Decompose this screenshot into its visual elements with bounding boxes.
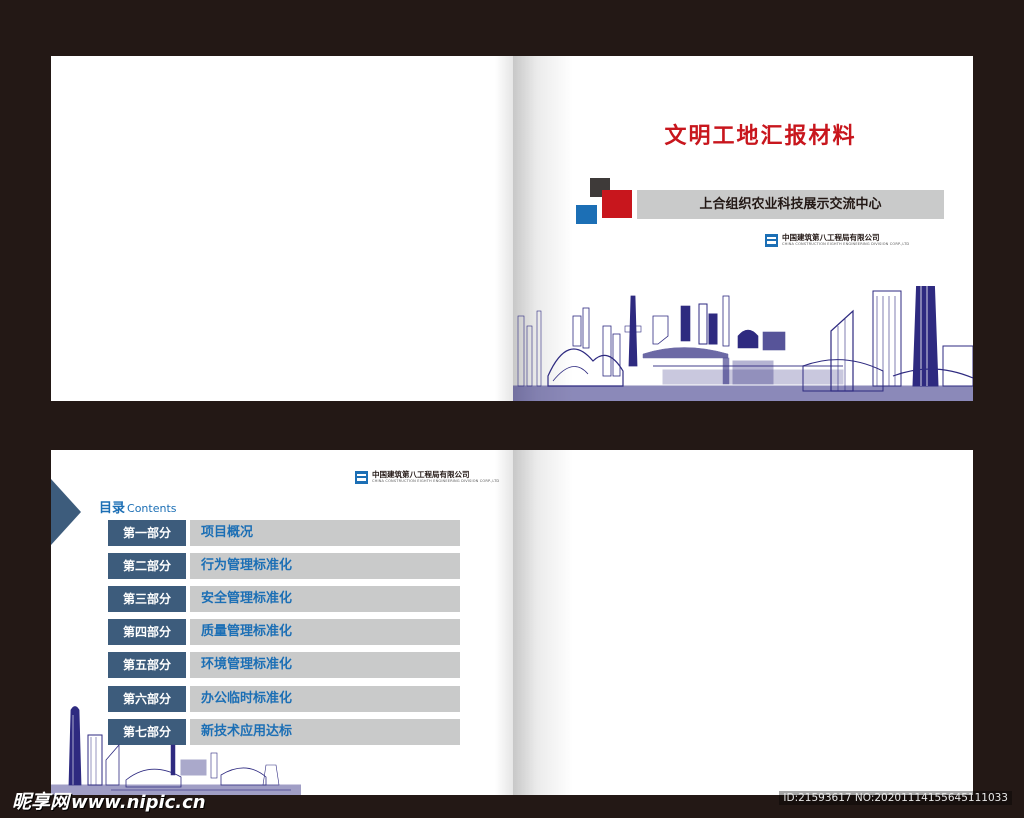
blank-page: [513, 450, 973, 795]
city-skyline-illustration: [513, 286, 973, 401]
toc-item-title: 环境管理标准化: [190, 652, 460, 678]
cover-subtitle: 上合组织农业科技展示交流中心: [637, 190, 944, 219]
toc-row: 第二部分 行为管理标准化: [108, 553, 460, 579]
contents-heading-cn: 目录: [99, 501, 126, 516]
city-skyline-illustration: [51, 706, 301, 795]
cover-title-text: 文明工地汇报材料: [664, 124, 857, 149]
toc-row: 第一部分 项目概况: [108, 520, 460, 546]
cover-back-page: [51, 56, 513, 401]
gutter-shadow: [495, 450, 513, 795]
gutter-shadow: [513, 450, 573, 795]
toc-item-title: 质量管理标准化: [190, 619, 460, 645]
toc-item-title: 项目概况: [190, 520, 460, 546]
contents-page: 中国建筑第八工程局有限公司 CHINA CONSTRUCTION EIGHTH …: [51, 450, 513, 795]
watermark-id: ID:21593617 NO:20201114155645111033: [779, 791, 1012, 805]
decor-square-blue: [576, 205, 597, 224]
toc-row: 第五部分 环境管理标准化: [108, 652, 460, 678]
company-name-en: CHINA CONSTRUCTION EIGHTH ENGINEERING DI…: [782, 242, 910, 246]
toc-row: 第四部分 质量管理标准化: [108, 619, 460, 645]
toc-part-label: 第四部分: [108, 619, 186, 645]
toc-part-label: 第二部分: [108, 553, 186, 579]
toc-row: 第三部分 安全管理标准化: [108, 586, 460, 612]
company-name: 中国建筑第八工程局有限公司: [782, 233, 880, 242]
company-logo-icon: [355, 470, 368, 484]
company-badge: 中国建筑第八工程局有限公司 CHINA CONSTRUCTION EIGHTH …: [355, 470, 499, 484]
contents-heading: 目录 Contents: [99, 497, 177, 516]
company-name: 中国建筑第八工程局有限公司: [372, 470, 470, 479]
toc-item-title: 安全管理标准化: [190, 586, 460, 612]
watermark-brand-text: 昵享网: [12, 791, 70, 813]
company-logo-icon: [765, 233, 778, 247]
gutter-shadow: [495, 56, 513, 401]
toc-part-label: 第一部分: [108, 520, 186, 546]
toc-part-label: 第五部分: [108, 652, 186, 678]
company-badge: 中国建筑第八工程局有限公司 CHINA CONSTRUCTION EIGHTH …: [765, 233, 909, 247]
cover-page: 文明工地汇报材料 上合组织农业科技展示交流中心 中国建筑第八工程局有限公司 CH…: [513, 56, 973, 401]
company-name-en: CHINA CONSTRUCTION EIGHTH ENGINEERING DI…: [372, 479, 500, 483]
contents-heading-en: Contents: [127, 502, 177, 515]
toc-part-label: 第三部分: [108, 586, 186, 612]
cover-title: 文明工地汇报材料: [513, 118, 973, 150]
toc-item-title: 行为管理标准化: [190, 553, 460, 579]
decor-square-red: [602, 190, 632, 218]
watermark-brand: 昵享网 www.nipic.cn: [12, 787, 206, 814]
arrow-tab-decoration: [51, 479, 81, 545]
watermark-site: www.nipic.cn: [71, 792, 206, 813]
